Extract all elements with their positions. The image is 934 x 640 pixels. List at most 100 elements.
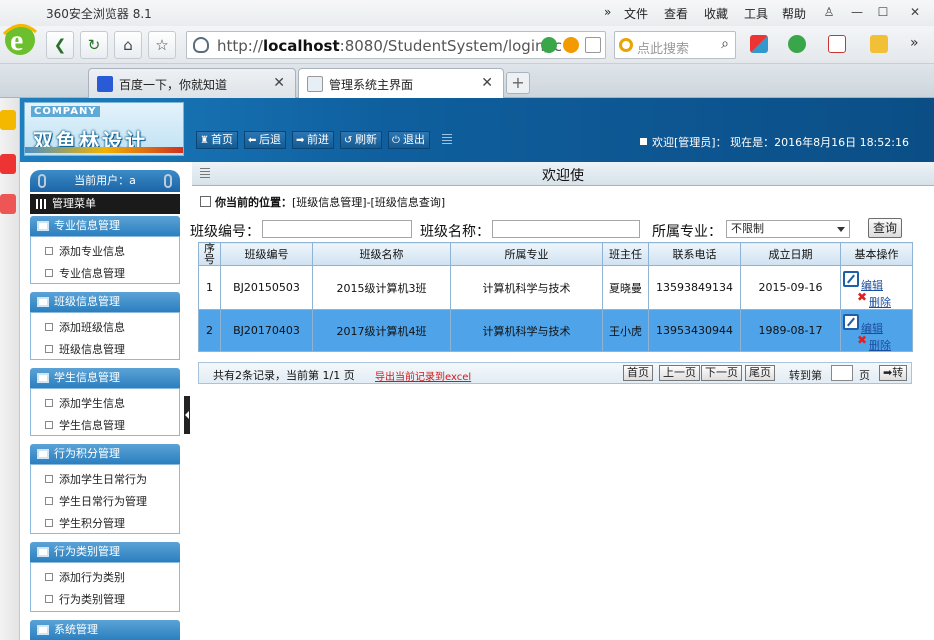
cell-phone: 13953430944 [648,309,741,352]
search-input[interactable]: 点此搜索 [637,38,689,57]
col-header-major: 所属专业 [450,242,603,266]
search-icon[interactable]: ⌕ [721,36,729,52]
cell-actions: 编辑 ✖ 删除 [840,265,913,310]
sidebar-group-system[interactable]: 系统管理 [30,620,180,640]
gift-icon[interactable] [870,35,888,53]
close-tab-icon[interactable]: ✕ [481,75,493,91]
delete-icon[interactable]: ✖ [857,333,867,347]
forward-nav-button[interactable]: ➡ 前进 [292,131,334,149]
company-tag: COMPANY [31,106,100,117]
logout-nav-button[interactable]: ⏻ 退出 [388,131,430,149]
money-icon[interactable] [788,35,806,53]
refresh-nav-button[interactable]: ↺ 刷新 [340,131,382,149]
table-row[interactable]: 1 BJ20150503 2015级计算机3班 计算机科学与技术 夏晓曼 135… [198,265,913,310]
cell-class-name: 2015级计算机3班 [312,265,451,310]
last-page-button[interactable]: 尾页 [745,365,775,381]
sidebar-item-manage-student[interactable]: 学生信息管理 [45,417,125,433]
delete-icon[interactable]: ✖ [857,290,867,304]
browser-app-title: 360安全浏览器 8.1 [46,7,152,21]
first-page-button[interactable]: 首页 [623,365,653,381]
home-nav-button[interactable]: ♜ 首页 [196,131,238,149]
weibo-icon[interactable] [0,154,16,174]
page-number-input[interactable] [831,365,853,381]
main-title-bar: 欢迎使 [192,162,934,186]
next-page-button[interactable]: 下一页 [701,365,742,381]
menu-favorites[interactable]: 收藏 [704,5,728,22]
sidebar-item-add-behavior-type[interactable]: 添加行为类别 [45,569,125,585]
sidebar-item-manage-daily-behavior[interactable]: 学生日常行为管理 [45,493,147,509]
chevron-down-icon[interactable] [585,37,601,53]
back-button[interactable]: ❮ [46,31,74,59]
close-window-icon[interactable]: ✕ [904,2,926,22]
sidebar-group-major[interactable]: 专业信息管理 [30,216,180,236]
go-button[interactable]: ➡转 [879,365,908,381]
major-select[interactable]: 不限制 [726,220,850,238]
sidebar-item-manage-class[interactable]: 班级信息管理 [45,341,125,357]
delete-link[interactable]: 删除 [869,294,891,310]
tab-baidu[interactable]: 百度一下，你就知道 ✕ [88,68,296,98]
col-header-index: 序号 [198,242,221,266]
sidebar-item-manage-score[interactable]: 学生积分管理 [45,515,125,531]
plugin-icon[interactable] [541,37,557,53]
close-tab-icon[interactable]: ✕ [273,75,285,91]
menu-view[interactable]: 查看 [664,5,688,22]
translate-icon[interactable] [828,35,846,53]
address-bar[interactable]: http://localhost:8080/StudentSystem/logi… [186,31,606,59]
folder-icon [37,221,49,231]
record-summary: 共有2条记录，当前第 1/1 页 [213,369,355,382]
delete-link[interactable]: 删除 [869,337,891,353]
menu-more[interactable]: » [604,5,611,19]
col-header-founded: 成立日期 [740,242,841,266]
minimize-icon[interactable]: — [846,2,868,22]
back-nav-button[interactable]: ⬅ 后退 [244,131,286,149]
menu-help[interactable]: 帮助 [782,5,806,22]
search-box[interactable]: 点此搜索 ⌕ [614,31,736,59]
favorite-star-button[interactable]: ☆ [148,31,176,59]
menu-tools[interactable]: 工具 [744,5,768,22]
manage-menu-title: 管理菜单 [30,194,180,214]
ie-mode-icon[interactable] [563,37,579,53]
home-button[interactable]: ⌂ [114,31,142,59]
more-tools-icon[interactable]: » [910,35,928,53]
refresh-button[interactable]: ↻ [80,31,108,59]
sidebar-group-student[interactable]: 学生信息管理 [30,368,180,388]
sidebar-item-add-major[interactable]: 添加专业信息 [45,243,125,259]
export-excel-link[interactable]: 导出当前记录到excel [375,368,471,383]
new-tab-button[interactable]: + [506,72,530,94]
apps-icon[interactable] [750,35,768,53]
tab-admin-main[interactable]: 管理系统主界面 ✕ [298,68,504,98]
sidebar-group-behavior-type[interactable]: 行为类别管理 [30,542,180,562]
sidebar-item-add-daily-behavior[interactable]: 添加学生日常行为 [45,471,147,487]
mail-icon[interactable] [0,194,16,214]
query-button[interactable]: 查询 [868,218,902,238]
sidebar-group-class[interactable]: 班级信息管理 [30,292,180,312]
star-icon[interactable] [0,110,16,130]
edit-icon[interactable] [843,313,859,330]
cell-class-name: 2017级计算机4班 [312,309,451,352]
edit-icon[interactable] [843,270,859,287]
filter-bar: 班级编号： 班级名称： 所属专业： 不限制 查询 [190,218,934,240]
shield-icon [193,37,209,53]
sidebar-group-behavior-score[interactable]: 行为积分管理 [30,444,180,464]
shirt-icon[interactable]: ♙ [818,2,840,22]
class-no-input[interactable] [262,220,412,238]
prev-page-button[interactable]: 上一页 [659,365,700,381]
folder-icon [37,297,49,307]
sidebar-item-add-student[interactable]: 添加学生信息 [45,395,125,411]
search-engine-icon [619,38,633,52]
hook-icon [38,174,46,188]
class-name-input[interactable] [492,220,640,238]
menu-file[interactable]: 文件 [624,5,648,22]
cell-actions: 编辑 ✖ 删除 [840,309,913,353]
sidebar-item-manage-major[interactable]: 专业信息管理 [45,265,125,281]
maximize-icon[interactable]: ☐ [872,2,894,22]
tab-label: 百度一下，你就知道 [119,78,228,92]
address-url[interactable]: http://localhost:8080/StudentSystem/logi… [217,37,562,55]
class-name-label: 班级名称： [420,224,490,240]
pagination-bar: 共有2条记录，当前第 1/1 页 导出当前记录到excel 首页 上一页 下一页… [198,362,912,384]
sidebar-collapse-toggle[interactable] [184,396,190,434]
table-row[interactable]: 2 BJ20170403 2017级计算机4班 计算机科学与技术 王小虎 139… [198,309,913,353]
sidebar-item-manage-behavior-type[interactable]: 行为类别管理 [45,591,125,607]
page-unit-label: 页 [859,369,870,382]
sidebar-item-add-class[interactable]: 添加班级信息 [45,319,125,335]
